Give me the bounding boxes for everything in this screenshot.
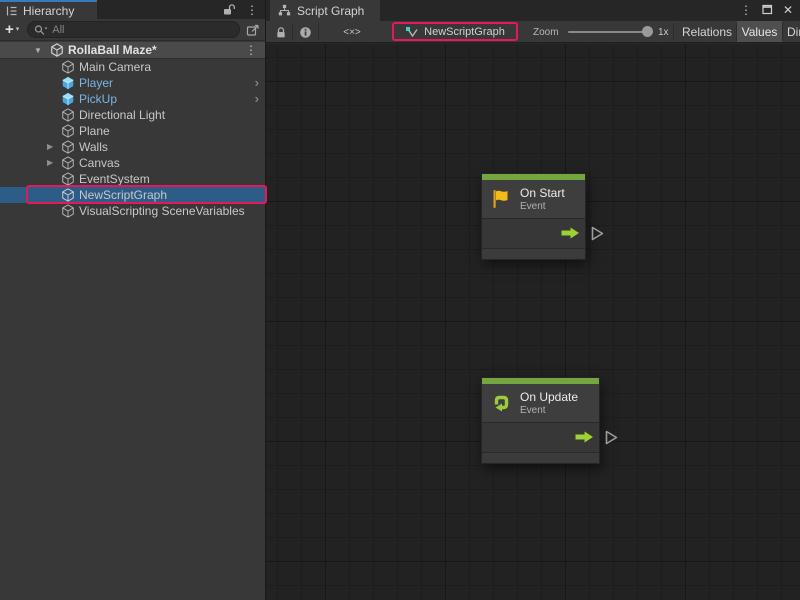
annotation-box-breadcrumb: NewScriptGraph bbox=[392, 22, 518, 41]
graph-nodes-icon bbox=[278, 4, 291, 17]
prefab-cube-icon bbox=[61, 76, 75, 90]
gameobject-cube-icon bbox=[61, 140, 75, 154]
graph-lock-icon[interactable] bbox=[272, 21, 290, 43]
zoom-value: 1x bbox=[658, 21, 669, 43]
gameobject-cube-icon bbox=[61, 188, 75, 202]
prefab-cube-icon bbox=[61, 92, 75, 106]
script-graph-panel: Script Graph ⋮ ✕ <×> bbox=[266, 0, 800, 600]
search-icon bbox=[34, 24, 48, 36]
flow-arrow-icon bbox=[575, 431, 594, 443]
node-title: On Start bbox=[520, 186, 565, 201]
dim-button[interactable]: Dim bbox=[787, 21, 800, 43]
script-graph-tabstrip: Script Graph ⋮ ✕ bbox=[266, 0, 800, 21]
scene-menu-icon[interactable]: ⋮ bbox=[245, 44, 257, 56]
hierarchy-tabstrip: Hierarchy ⋮ bbox=[0, 0, 265, 19]
hierarchy-panel: Hierarchy ⋮ + ▾ All bbox=[0, 0, 266, 600]
hierarchy-item-plane[interactable]: Plane bbox=[0, 123, 265, 139]
unity-scene-icon bbox=[50, 43, 64, 57]
prefab-chevron-icon[interactable]: › bbox=[255, 91, 259, 107]
relations-button[interactable]: Relations bbox=[678, 21, 736, 43]
scene-name: RollaBall Maze* bbox=[68, 43, 157, 57]
panel-unlock-icon[interactable] bbox=[222, 3, 236, 16]
hierarchy-item-eventsystem[interactable]: EventSystem bbox=[0, 171, 265, 187]
values-button[interactable]: Values bbox=[737, 21, 782, 43]
zoom-slider-handle[interactable] bbox=[642, 26, 653, 37]
unity-editor-window: Hierarchy ⋮ + ▾ All bbox=[0, 0, 800, 600]
node-footer bbox=[482, 453, 599, 463]
search-placeholder: All bbox=[52, 24, 64, 36]
tab-hierarchy[interactable]: Hierarchy bbox=[0, 0, 97, 19]
update-loop-icon bbox=[489, 391, 513, 415]
hierarchy-menu-icon[interactable]: ⋮ bbox=[246, 4, 258, 16]
graph-info-icon[interactable] bbox=[296, 21, 314, 43]
hierarchy-item-scenevariables[interactable]: VisualScripting SceneVariables bbox=[0, 203, 265, 219]
flow-arrow-icon bbox=[561, 227, 580, 239]
node-subtitle: Event bbox=[520, 201, 565, 213]
hierarchy-item-player[interactable]: Player › bbox=[0, 75, 265, 91]
picker-window-icon[interactable] bbox=[246, 23, 260, 37]
gameobject-cube-icon bbox=[61, 60, 75, 74]
script-graph-toolbar: <×> NewScriptGraph Zoom 1x Relations Val… bbox=[266, 21, 800, 43]
hierarchy-item-walls[interactable]: ▶ Walls bbox=[0, 139, 265, 155]
hierarchy-item-directional-light[interactable]: Directional Light bbox=[0, 107, 265, 123]
hierarchy-search-input[interactable]: All bbox=[27, 21, 240, 38]
scene-header[interactable]: ▼ RollaBall Maze* ⋮ bbox=[0, 42, 265, 59]
node-on-update[interactable]: On Update Event bbox=[481, 377, 600, 464]
expand-triangle-icon[interactable]: ▶ bbox=[47, 159, 53, 167]
scene-foldout-icon[interactable]: ▼ bbox=[34, 46, 42, 55]
prefab-chevron-icon[interactable]: › bbox=[255, 75, 259, 91]
gameobject-cube-icon bbox=[61, 124, 75, 138]
output-port[interactable] bbox=[605, 430, 618, 445]
hierarchy-list-icon bbox=[6, 5, 18, 17]
hierarchy-item-newscriptgraph[interactable]: NewScriptGraph bbox=[0, 187, 265, 203]
zoom-label: Zoom bbox=[533, 21, 559, 43]
add-object-button[interactable]: + ▾ bbox=[5, 22, 19, 37]
node-subtitle: Event bbox=[520, 405, 578, 417]
node-footer bbox=[482, 249, 585, 259]
plus-caret-icon: ▾ bbox=[16, 26, 20, 33]
gameobject-cube-icon bbox=[61, 156, 75, 170]
gameobject-cube-icon bbox=[61, 108, 75, 122]
script-graph-tab-label: Script Graph bbox=[297, 4, 364, 18]
window-menu-icon[interactable]: ⋮ bbox=[740, 4, 752, 16]
plus-icon: + bbox=[5, 22, 14, 37]
gameobject-cube-icon bbox=[61, 204, 75, 218]
hierarchy-tree: Main Camera Player › PickUp › Directiona… bbox=[0, 59, 265, 219]
hierarchy-item-main-camera[interactable]: Main Camera bbox=[0, 59, 265, 75]
expand-triangle-icon[interactable]: ▶ bbox=[47, 143, 53, 151]
hierarchy-item-pickup[interactable]: PickUp › bbox=[0, 91, 265, 107]
variables-toggle-icon[interactable]: <×> bbox=[338, 21, 366, 43]
flag-icon bbox=[489, 187, 513, 211]
node-title: On Update bbox=[520, 390, 578, 405]
hierarchy-toolbar: + ▾ All bbox=[0, 19, 265, 41]
node-on-start[interactable]: On Start Event bbox=[481, 173, 586, 260]
tab-script-graph[interactable]: Script Graph bbox=[270, 0, 380, 21]
zoom-slider-track[interactable] bbox=[568, 31, 650, 33]
graph-breadcrumb-label[interactable]: NewScriptGraph bbox=[424, 26, 505, 38]
hierarchy-tab-label: Hierarchy bbox=[23, 4, 74, 18]
close-icon[interactable]: ✕ bbox=[783, 4, 793, 16]
output-port[interactable] bbox=[591, 226, 604, 241]
hierarchy-item-canvas[interactable]: ▶ Canvas bbox=[0, 155, 265, 171]
gameobject-cube-icon bbox=[61, 172, 75, 186]
maximize-icon[interactable] bbox=[762, 4, 773, 15]
graph-breadcrumb-icon bbox=[405, 25, 419, 39]
graph-canvas[interactable]: On Start Event bbox=[266, 44, 800, 600]
